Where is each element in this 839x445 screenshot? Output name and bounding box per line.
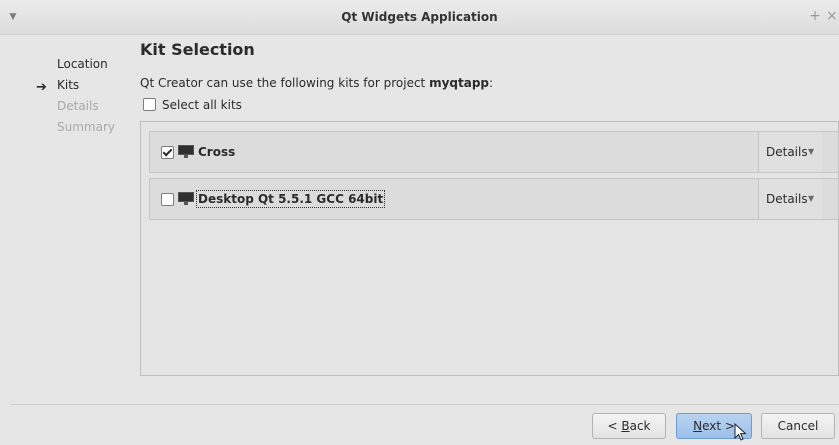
desktop-monitor-icon	[178, 145, 194, 159]
details-label: Details	[766, 192, 808, 206]
description-suffix: :	[489, 76, 494, 90]
close-icon[interactable]: ×	[826, 8, 839, 24]
next-mnemonic: N	[693, 419, 703, 433]
kit-name: Cross	[198, 145, 236, 159]
dropdown-arrow-icon: ▼	[808, 194, 815, 203]
kit-row-cross[interactable]: Details ▼	[149, 131, 839, 173]
mouse-cursor-icon	[734, 423, 747, 441]
window-title: Qt Widgets Application	[341, 10, 498, 24]
kit-name: Desktop Qt 5.5.1 GCC 64bit	[195, 190, 386, 208]
title-bar: ▼ Qt Widgets Application + ×	[0, 0, 839, 35]
page-title: Kit Selection	[140, 40, 255, 59]
footer-divider	[10, 404, 839, 405]
page-description: Qt Creator can use the following kits fo…	[140, 76, 493, 90]
project-name: myqtapp	[429, 76, 490, 90]
back-button[interactable]: < Back	[592, 413, 666, 439]
description-prefix: Qt Creator can use the following kits fo…	[140, 76, 430, 90]
select-all-checkbox[interactable]	[143, 98, 156, 111]
details-label: Details	[766, 145, 808, 159]
cancel-button[interactable]: Cancel	[761, 413, 835, 439]
back-rest: ack	[629, 419, 651, 433]
desktop-monitor-icon	[178, 192, 194, 206]
kit-details-button[interactable]: Details ▼	[758, 132, 822, 172]
back-mnemonic: B	[621, 419, 630, 433]
current-step-arrow-icon: ➔	[36, 80, 47, 95]
dropdown-arrow-icon: ▼	[808, 147, 815, 156]
nav-item-kits: Kits	[57, 78, 80, 92]
nav-item-details: Details	[57, 99, 99, 113]
select-all-label[interactable]: Select all kits	[162, 98, 242, 112]
kit-checkbox-desktop[interactable]	[161, 193, 174, 206]
nav-item-location: Location	[57, 57, 108, 71]
back-prefix: <	[607, 419, 622, 433]
nav-item-summary: Summary	[57, 120, 115, 134]
pin-icon[interactable]: +	[808, 8, 822, 24]
next-rest: ext >	[702, 419, 735, 433]
kit-details-button[interactable]: Details ▼	[758, 179, 822, 219]
kit-checkbox-cross[interactable]	[161, 146, 174, 159]
